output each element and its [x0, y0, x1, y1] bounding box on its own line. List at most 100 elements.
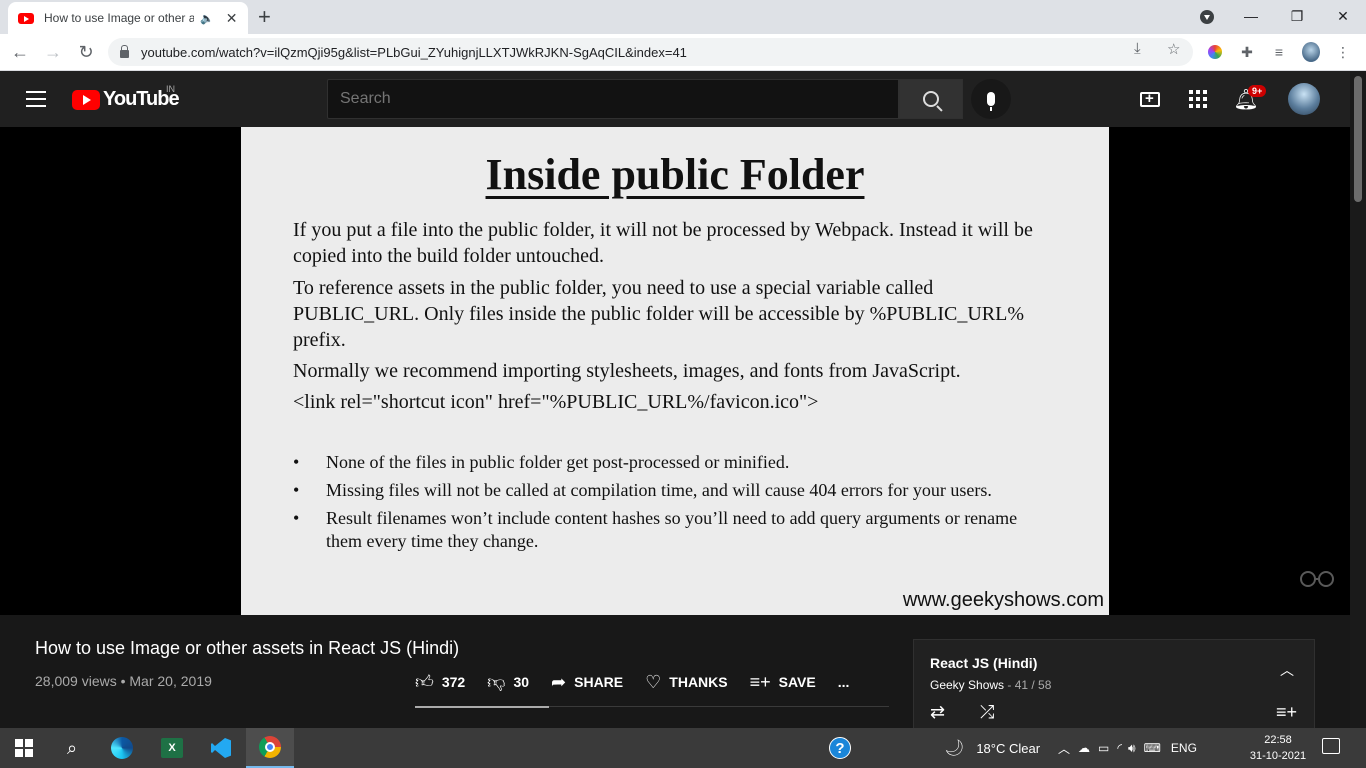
slide-paragraph: Normally we recommend importing styleshe… — [293, 360, 961, 382]
create-video-icon[interactable] — [1138, 87, 1162, 111]
scrollbar-thumb[interactable] — [1354, 76, 1362, 202]
search-button[interactable] — [899, 79, 963, 119]
audio-playing-icon[interactable]: 🔈 — [200, 12, 214, 25]
close-tab-icon[interactable]: ✕ — [226, 10, 238, 27]
video-actions: 👍︎ 372 👎︎ 30 ➦ SHARE ♡ THANKS ≡+ SAVE ... — [415, 671, 871, 693]
start-button[interactable] — [0, 728, 48, 768]
share-arrow-icon: ➦ — [551, 671, 567, 692]
share-button[interactable]: ➦ SHARE — [551, 672, 623, 693]
wifi-icon[interactable]: ◜ — [1117, 741, 1122, 755]
back-button[interactable]: ← — [8, 40, 32, 64]
save-button[interactable]: ≡+ SAVE — [750, 672, 816, 693]
browser-tab-strip: How to use Image or other assets in Reac… — [0, 0, 1366, 34]
like-count: 372 — [441, 674, 466, 690]
account-avatar[interactable] — [1288, 83, 1320, 115]
channel-watermark-icon[interactable] — [1298, 567, 1336, 589]
browser-toolbar: ← → ↻ youtube.com/watch?v=ilQzmQji95g&li… — [0, 34, 1366, 71]
video-frame-slide: Inside public Folder If you put a file i… — [241, 127, 1109, 615]
bookmark-star-icon[interactable]: ☆ — [1167, 40, 1180, 58]
playlist-title[interactable]: React JS (Hindi) — [930, 655, 1037, 671]
minimize-button[interactable]: — — [1228, 0, 1274, 32]
tab-search-icon[interactable] — [1200, 10, 1214, 24]
slide-bullet: Missing files will not be called at comp… — [293, 479, 1053, 502]
chrome-icon — [259, 736, 281, 758]
install-app-icon[interactable]: ⤓ — [1134, 40, 1141, 57]
restore-button[interactable]: ❐ — [1274, 0, 1320, 32]
collapse-chevron-icon[interactable]: ︿ — [1280, 660, 1294, 680]
volume-icon[interactable]: 🔊︎ — [1128, 741, 1136, 756]
slide-paragraph: To reference assets in the public folder… — [293, 277, 1025, 351]
extensions-puzzle-icon[interactable]: ✚ — [1238, 43, 1256, 61]
clock-time: 22:58 — [1264, 734, 1292, 746]
slide-paragraph: If you put a file into the public folder… — [293, 219, 1033, 267]
taskbar-vscode[interactable] — [197, 728, 245, 768]
lock-icon[interactable] — [120, 45, 129, 58]
browser-tab-active[interactable]: How to use Image or other assets in Reac… — [8, 2, 248, 34]
dislike-count: 30 — [513, 674, 530, 690]
more-actions-button[interactable]: ... — [838, 674, 850, 690]
slide-bullet: Result filenames won’t include content h… — [293, 507, 1053, 553]
profile-avatar[interactable] — [1302, 42, 1320, 62]
address-bar[interactable]: youtube.com/watch?v=ilQzmQji95g&list=PLb… — [108, 38, 1193, 66]
youtube-logo[interactable]: YouTube IN — [72, 84, 180, 111]
apps-grid-icon[interactable] — [1186, 87, 1210, 111]
color-extension-icon[interactable] — [1206, 43, 1224, 61]
thanks-button[interactable]: ♡ THANKS — [645, 672, 727, 693]
thumbs-up-icon: 👍︎ — [415, 672, 434, 692]
playlist-panel: React JS (Hindi) Geeky Shows - 41 / 58 ︿… — [913, 639, 1315, 728]
slide-code-line: <link rel="shortcut icon" href="%PUBLIC_… — [293, 391, 819, 413]
windows-logo-icon — [15, 739, 33, 757]
chrome-menu-icon[interactable]: ⋮ — [1334, 43, 1352, 61]
window-controls: — ❐ ✕ — [1228, 0, 1366, 32]
region-code: IN — [166, 84, 175, 94]
like-button[interactable]: 👍︎ 372 — [415, 671, 465, 693]
playlist-position: - 41 / 58 — [1004, 678, 1052, 692]
vscode-icon — [211, 738, 231, 758]
youtube-play-icon — [72, 89, 100, 110]
system-tray-icons: ︿ ☁ ▭ ◜ 🔊︎ ⌨ ENG — [1058, 728, 1197, 768]
playlist-save-icon[interactable]: ≡+ — [1276, 702, 1297, 723]
taskbar-edge[interactable] — [98, 728, 146, 768]
help-icon[interactable]: ? — [829, 737, 851, 759]
media-controls-icon[interactable]: ≡ — [1270, 43, 1288, 61]
search-icon — [923, 91, 939, 107]
taskbar-chrome[interactable] — [246, 728, 294, 768]
input-language[interactable]: ENG — [1171, 741, 1197, 755]
slide-title: Inside public Folder — [485, 150, 865, 199]
taskbar-excel[interactable]: X — [148, 728, 196, 768]
divider — [549, 706, 889, 707]
dislike-button[interactable]: 👎︎ 30 — [487, 671, 529, 693]
youtube-header: YouTube IN 🔔︎ 9+ — [0, 71, 1350, 127]
playlist-channel[interactable]: Geeky Shows — [930, 678, 1004, 692]
moon-icon: 🌙︎ — [944, 740, 965, 757]
forward-button[interactable]: → — [41, 40, 65, 64]
taskbar-clock[interactable]: 22:58 31-10-2021 — [1247, 732, 1309, 764]
weather-widget[interactable]: 🌙︎ 18°C Clear — [944, 728, 1040, 768]
reload-button[interactable]: ↻ — [74, 40, 98, 64]
playlist-subtitle: Geeky Shows - 41 / 58 — [930, 678, 1051, 692]
youtube-favicon-icon — [18, 12, 34, 24]
slide-watermark: www.geekyshows.com — [902, 589, 1104, 611]
action-center-icon[interactable] — [1322, 738, 1340, 754]
new-tab-button[interactable]: + — [258, 4, 271, 30]
shuffle-icon[interactable]: ⤮ — [980, 702, 994, 723]
video-info-section: How to use Image or other assets in Reac… — [0, 615, 1350, 728]
menu-icon[interactable] — [26, 91, 46, 107]
tab-title: How to use Image or other assets in Reac… — [44, 11, 194, 25]
like-ratio-bar — [415, 706, 549, 708]
battery-icon[interactable]: ▭ — [1098, 741, 1109, 755]
search-taskbar-button[interactable]: ⌕ — [48, 728, 96, 768]
show-hidden-icons-chevron-icon[interactable]: ︿ — [1058, 740, 1070, 757]
onedrive-cloud-icon[interactable]: ☁ — [1078, 741, 1090, 755]
voice-search-button[interactable] — [971, 79, 1011, 119]
video-views-date: 28,009 views • Mar 20, 2019 — [35, 673, 212, 689]
loop-icon[interactable]: ⇄ — [930, 702, 945, 723]
keyboard-icon[interactable]: ⌨ — [1144, 741, 1161, 755]
edge-browser-icon — [111, 737, 133, 759]
close-window-button[interactable]: ✕ — [1320, 0, 1366, 32]
video-player[interactable]: Inside public Folder If you put a file i… — [0, 127, 1350, 615]
search-input[interactable] — [327, 79, 899, 119]
thumbs-down-icon: 👎︎ — [487, 672, 506, 692]
slide-bullet: None of the files in public folder get p… — [293, 451, 1053, 474]
search-icon: ⌕ — [66, 737, 78, 758]
